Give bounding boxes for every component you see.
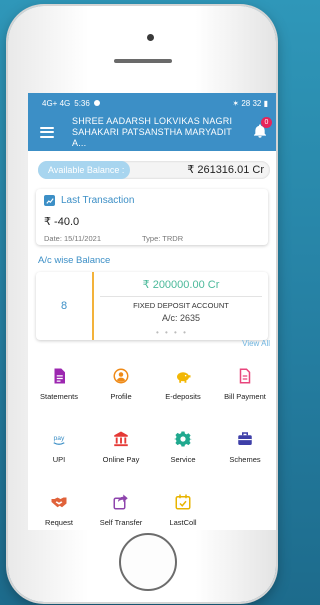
briefcase-icon	[238, 432, 252, 445]
document-icon	[54, 368, 65, 384]
status-right-icons: ✶ 28 32 ▮	[232, 98, 268, 108]
notification-dot-icon	[93, 100, 100, 106]
service-label: Service	[170, 455, 196, 464]
piggy-bank-icon	[177, 372, 191, 383]
balance-row: Available Balance : ₹ 261316.01 Cr	[28, 157, 276, 185]
service-self-transfer[interactable]: Self Transfer	[90, 483, 152, 530]
services-grid: Statements Profile E-deposits Bill Payme…	[28, 357, 276, 530]
service-label: E-deposits	[165, 392, 201, 401]
service-schemes[interactable]: Schemes	[214, 420, 276, 483]
account-balance-card[interactable]: 8 ₹ 200000.00 Cr FIXED DEPOSIT ACCOUNT A…	[36, 272, 268, 340]
calendar-check-icon	[175, 494, 191, 510]
service-statements[interactable]: Statements	[28, 357, 90, 420]
last-transaction-title: Last Transaction	[61, 195, 135, 206]
share-icon	[113, 494, 128, 510]
chart-icon	[44, 195, 55, 206]
account-section-title: A/c wise Balance	[38, 255, 111, 266]
bank-icon	[114, 431, 128, 447]
service-label: UPI	[52, 455, 66, 464]
account-number: A/c: 2635	[161, 313, 201, 323]
title-line-1: SHREE AADARSH LOKVIKAS NAGRI	[72, 115, 233, 126]
service-label: Schemes	[229, 455, 261, 464]
service-profile[interactable]: Profile	[90, 357, 152, 420]
balance-label: Available Balance :	[38, 161, 130, 179]
service-e-deposits[interactable]: E-deposits	[152, 357, 214, 420]
carousel-dots: • • • •	[156, 328, 188, 337]
status-bar: 4G+ 4G 5:36 ✶ 28 32 ▮	[28, 93, 276, 113]
home-button[interactable]	[119, 533, 177, 591]
service-label: Request	[45, 518, 73, 527]
service-request[interactable]: Request	[28, 483, 90, 530]
bill-icon	[239, 368, 251, 384]
divider	[100, 296, 262, 297]
signal-indicator: 4G+ 4G	[42, 98, 71, 108]
view-all-link[interactable]: View All	[28, 339, 270, 348]
service-last-coll[interactable]: LastColl	[152, 483, 214, 530]
speaker-grille	[114, 59, 172, 63]
service-bill-payment[interactable]: Bill Payment	[214, 357, 276, 420]
service-label: Statements	[40, 392, 78, 401]
last-transaction-card[interactable]: Last Transaction ₹ -40.0 Date: 15/11/202…	[36, 189, 268, 245]
account-amount: ₹ 200000.00 Cr	[142, 279, 220, 291]
pay-icon: pay	[53, 435, 66, 445]
page-title: SHREE AADARSH LOKVIKAS NAGRI SAHAKARI PA…	[72, 116, 248, 149]
last-transaction-date: Date: 15/11/2021	[44, 234, 101, 243]
svg-text:pay: pay	[54, 435, 66, 442]
profile-icon	[113, 368, 129, 384]
service-label: Profile	[110, 392, 132, 401]
account-name: FIXED DEPOSIT ACCOUNT	[133, 301, 229, 310]
phone-frame: 4G+ 4G 5:36 ✶ 28 32 ▮ SHREE AADARSH LOKV…	[8, 6, 276, 602]
service-label: Online Pay	[102, 455, 140, 464]
app-header: SHREE AADARSH LOKVIKAS NAGRI SAHAKARI PA…	[28, 113, 276, 151]
balance-value: ₹ 261316.01 Cr	[187, 164, 264, 176]
camera-icon	[147, 34, 154, 41]
service-label: Self Transfer	[99, 518, 143, 527]
account-count: 8	[36, 272, 94, 340]
status-time: 5:36	[74, 98, 90, 108]
handshake-icon	[51, 497, 67, 508]
notification-badge: 0	[261, 117, 272, 128]
service-label: LastColl	[169, 518, 197, 527]
service-online-pay[interactable]: Online Pay	[90, 420, 152, 483]
menu-icon[interactable]	[40, 126, 54, 138]
title-line-2: SAHAKARI PATSANSTHA MARYADIT A...	[72, 126, 232, 148]
service-upi[interactable]: pay UPI	[28, 420, 90, 483]
last-transaction-amount: ₹ -40.0	[44, 216, 80, 228]
app-screen: 4G+ 4G 5:36 ✶ 28 32 ▮ SHREE AADARSH LOKV…	[28, 93, 276, 530]
notification-button[interactable]: 0	[252, 117, 272, 141]
service-service[interactable]: Service	[152, 420, 214, 483]
last-transaction-type: Type: TRDR	[142, 234, 184, 243]
gear-icon	[174, 431, 192, 447]
service-label: Bill Payment	[224, 392, 266, 401]
